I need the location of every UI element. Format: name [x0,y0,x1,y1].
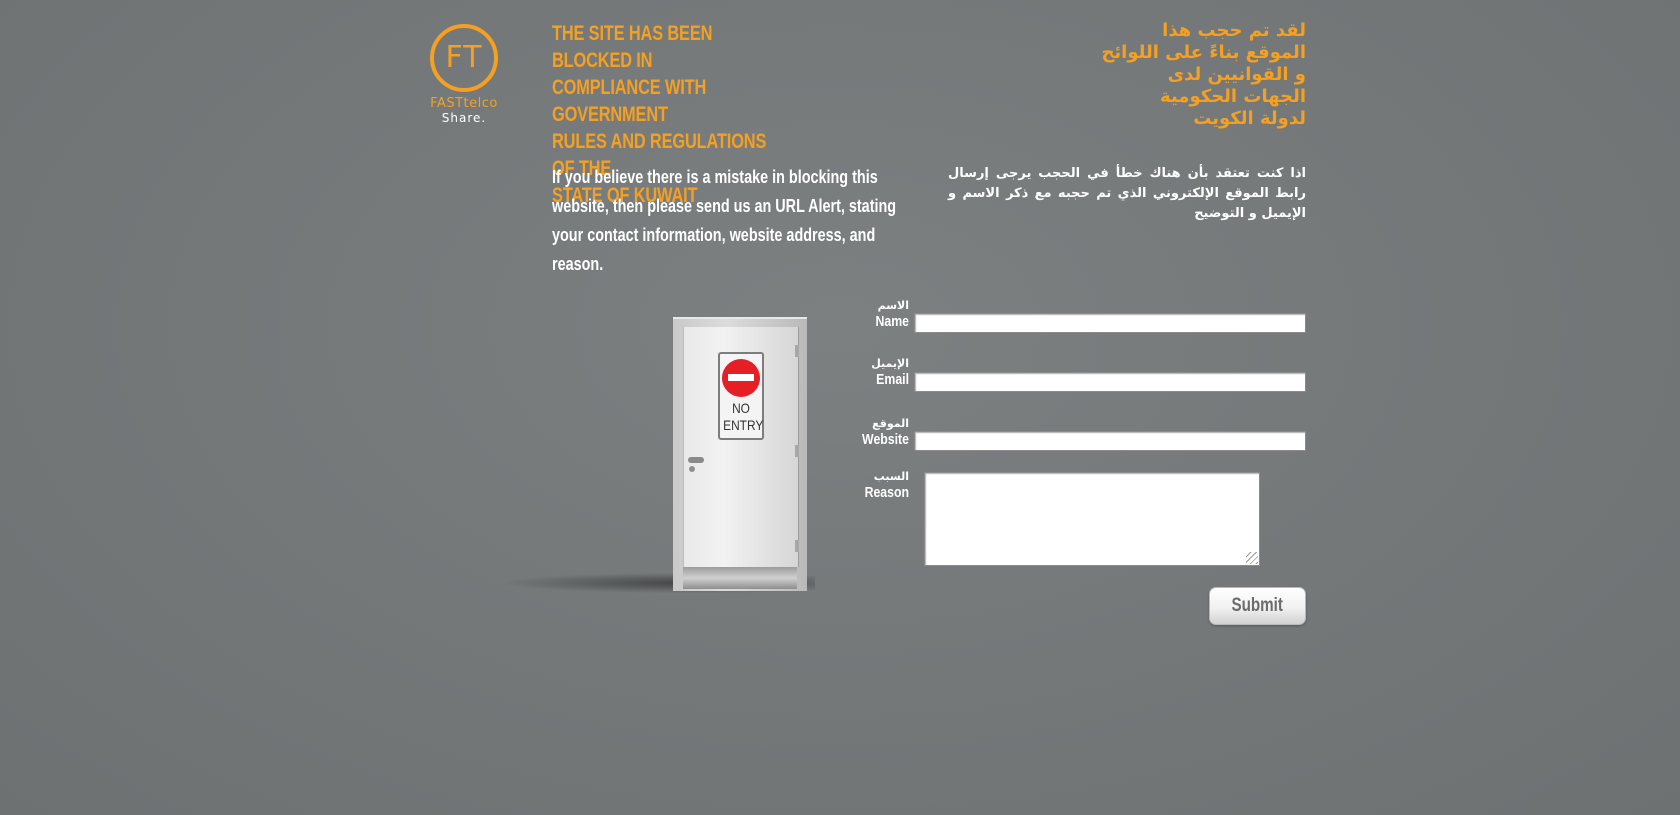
no-entry-sign: NO ENTRY [718,352,764,440]
reason-textarea[interactable] [924,472,1260,566]
website-label-english: Website [862,431,909,448]
email-label-english: Email [876,371,909,388]
name-label: الاسم Name [819,299,909,330]
submit-button-label: Submit [1231,595,1284,616]
door-hinge [795,540,799,552]
no-entry-sign-text: NO ENTRY [723,400,764,433]
website-label: الموقع Website [819,417,909,448]
website-input[interactable] [914,431,1306,451]
door-illustration: NO ENTRY [505,315,815,600]
reason-label-arabic: السبب [873,470,909,483]
logo-brand: FASTtelco [430,96,498,111]
website-label-arabic: الموقع [872,417,909,430]
email-label-arabic: الإيميل [871,357,909,370]
door-kick-plate [683,567,797,589]
info-text-arabic: اذا كنت تعتقد بأن هناك خطأ في الحجب يرجى… [948,166,1306,221]
submit-button[interactable]: Submit [1209,587,1306,625]
no-entry-icon [722,359,760,397]
name-input[interactable] [914,313,1306,333]
reason-label-english: Reason [864,484,909,501]
reason-label: السبب Reason [819,470,909,501]
logo-tagline: Share. [441,111,487,125]
email-label: الإيميل Email [819,357,909,388]
door-hinge [795,345,799,357]
blocked-headline-arabic: لقد تم حجب هذا الموقع بناءً على اللوائح … [1101,20,1306,129]
logo-mark: FT [430,24,498,92]
logo-mark-text: FT [445,40,483,75]
name-label-english: Name [875,313,909,330]
info-text-english: If you believe there is a mistake in blo… [552,167,897,274]
door-lock [689,466,695,472]
email-input[interactable] [914,372,1306,392]
name-label-arabic: الاسم [877,299,909,312]
fasttelco-logo: FT FASTtelco Share. [412,22,516,132]
door-handle [688,457,704,463]
door-hinge [795,445,799,457]
